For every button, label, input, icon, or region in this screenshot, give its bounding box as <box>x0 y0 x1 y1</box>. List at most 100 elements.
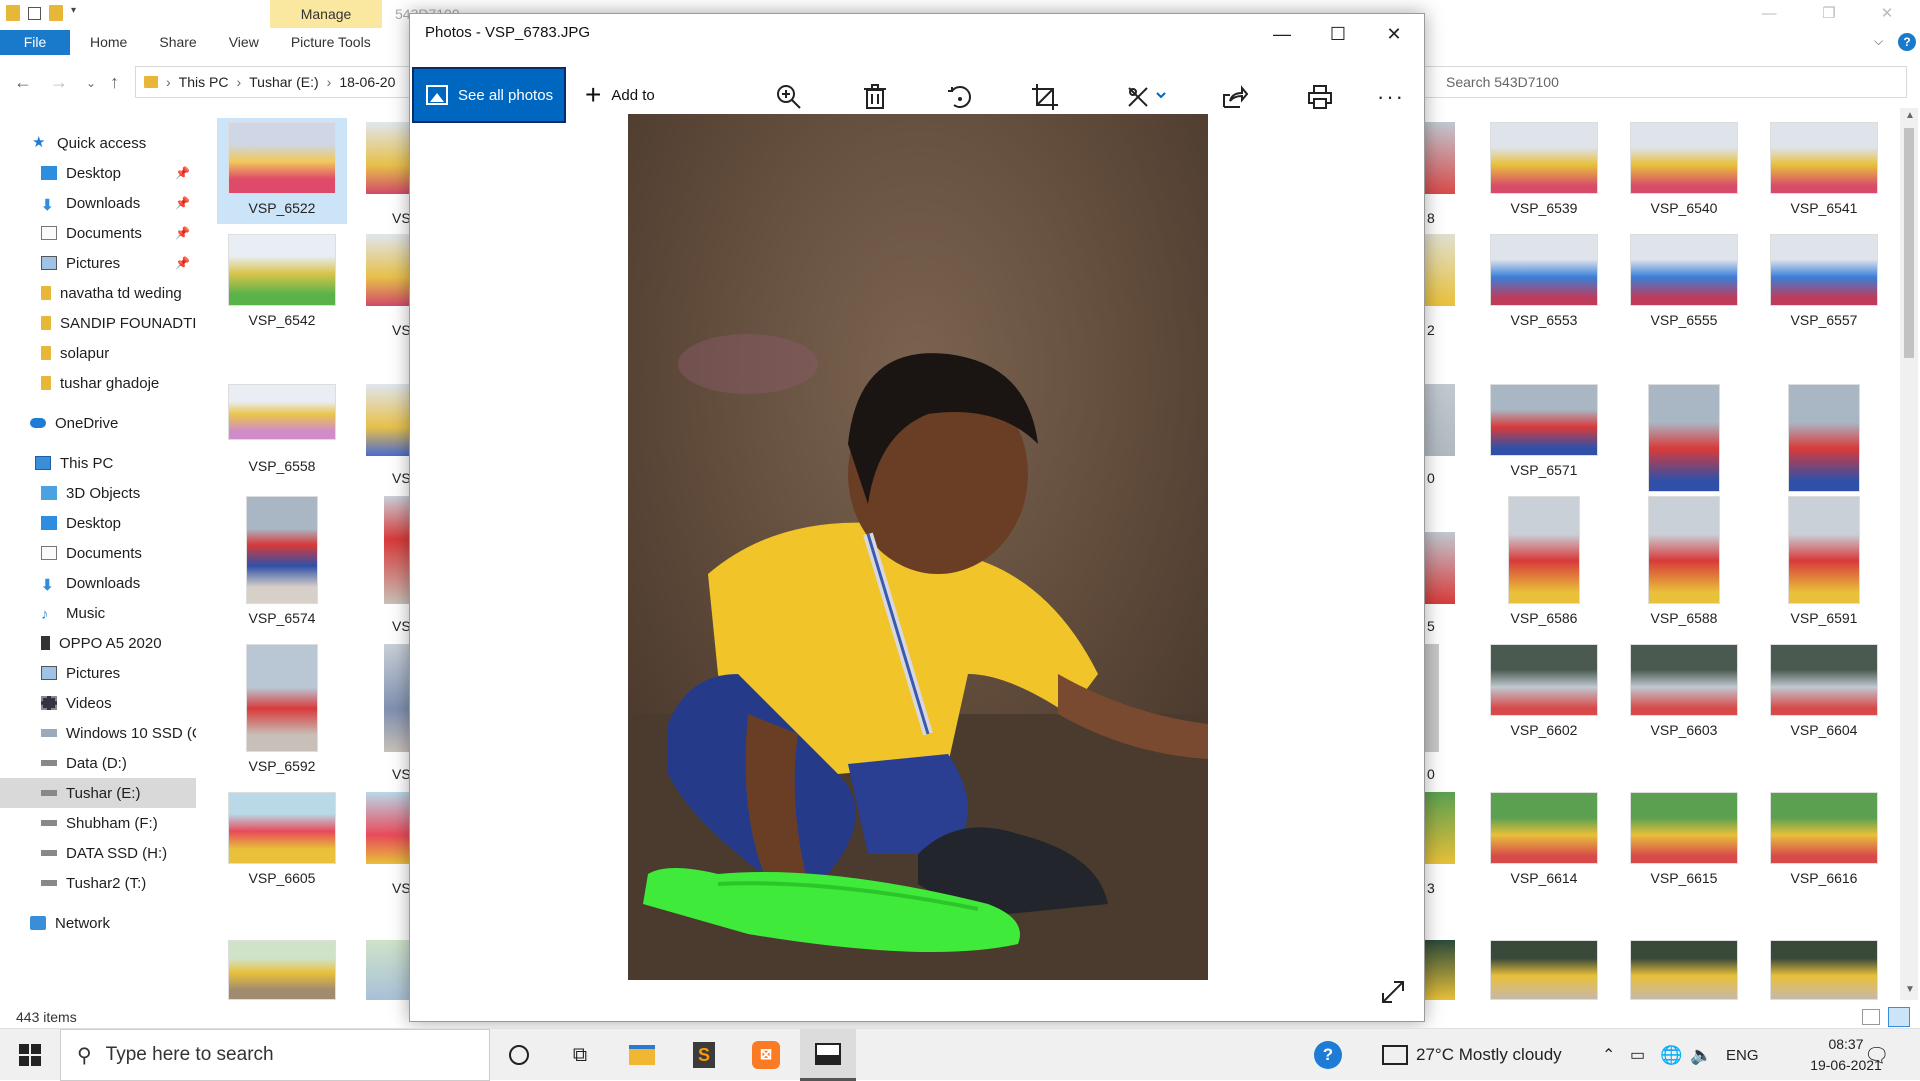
nav-documents[interactable]: Documents <box>0 538 196 568</box>
details-view-icon[interactable] <box>1862 1009 1880 1025</box>
nav-drive-d[interactable]: Data (D:) <box>0 748 196 778</box>
nav-videos[interactable]: Videos <box>0 688 196 718</box>
photo-thumbnail[interactable] <box>384 644 409 752</box>
help-icon[interactable]: ? <box>1898 33 1916 51</box>
photo-thumbnail[interactable] <box>366 384 409 456</box>
nav-documents[interactable]: Documents 📌 <box>0 218 196 248</box>
nav-downloads[interactable]: ⬇ Downloads 📌 <box>0 188 196 218</box>
photo-thumbnail[interactable] <box>366 234 409 306</box>
photo-thumbnail[interactable] <box>1630 940 1738 1000</box>
file-item[interactable]: VSP_6541 <box>1764 122 1884 216</box>
nav-desktop[interactable]: Desktop 📌 <box>0 158 196 188</box>
file-item[interactable]: VSP_6542 <box>222 234 342 328</box>
nav-drive-e[interactable]: Tushar (E:) <box>0 778 196 808</box>
nav-folder[interactable]: tushar ghadoje <box>0 368 196 398</box>
file-item[interactable]: VSP_6616 <box>1764 792 1884 886</box>
sublime-text-icon[interactable]: S <box>676 1029 732 1081</box>
photo-thumbnail[interactable] <box>1425 792 1455 864</box>
taskbar-search-input[interactable]: ⚲ Type here to search <box>60 1029 490 1081</box>
start-button[interactable] <box>0 1029 60 1081</box>
manage-tab[interactable]: Manage <box>270 0 382 28</box>
large-icons-view-icon[interactable] <box>1888 1007 1910 1027</box>
tab-view[interactable]: View <box>213 30 275 55</box>
breadcrumb-folder[interactable]: 18-06-20 <box>339 74 395 90</box>
photo-thumbnail[interactable] <box>366 792 409 864</box>
file-item[interactable]: VSP_6602 <box>1484 644 1604 738</box>
photo-thumbnail[interactable] <box>366 940 409 1000</box>
nav-phone[interactable]: OPPO A5 2020 <box>0 628 196 658</box>
maximize-icon[interactable]: ☐ <box>1310 14 1366 54</box>
file-item[interactable]: VSP_6539 <box>1484 122 1604 216</box>
tab-file[interactable]: File <box>0 30 70 55</box>
show-hidden-icons[interactable]: ⌃ <box>1602 1029 1615 1081</box>
folder-icon[interactable] <box>6 5 20 21</box>
nav-drive-t[interactable]: Tushar2 (T:) <box>0 868 196 898</box>
file-item[interactable]: VSP_6591 <box>1764 496 1884 626</box>
nav-folder[interactable]: navatha td weding <box>0 278 196 308</box>
nav-folder[interactable]: solapur <box>0 338 196 368</box>
language-indicator[interactable]: ENG <box>1726 1029 1759 1081</box>
file-item[interactable]: VSP_6574 <box>222 496 342 626</box>
displayed-photo[interactable] <box>628 114 1208 980</box>
nav-onedrive[interactable]: OneDrive <box>0 408 196 438</box>
weather-widget[interactable]: 27°C Mostly cloudy <box>1382 1029 1562 1081</box>
up-arrow-icon[interactable]: ↑ <box>110 72 119 93</box>
rotate-icon[interactable] <box>945 82 975 112</box>
network-globe-icon[interactable]: 🌐 <box>1660 1029 1682 1081</box>
nav-drive-c[interactable]: Windows 10 SSD (C <box>0 718 196 748</box>
cortana-icon[interactable] <box>491 1029 547 1081</box>
file-item[interactable]: VSP_6522 <box>217 118 347 224</box>
file-item[interactable]: VSP_6604 <box>1764 644 1884 738</box>
close-icon[interactable]: ✕ <box>1858 0 1916 30</box>
minimize-icon[interactable]: — <box>1254 14 1310 54</box>
xampp-icon[interactable]: ⊠ <box>738 1029 794 1081</box>
nav-folder[interactable]: SANDIP FOUNADTI <box>0 308 196 338</box>
nav-quick-access[interactable]: ★ Quick access <box>0 128 196 158</box>
zoom-in-icon[interactable] <box>774 82 804 112</box>
photos-app-icon[interactable] <box>800 1029 856 1081</box>
file-item[interactable]: VSP_6540 <box>1624 122 1744 216</box>
checkbox-icon[interactable] <box>28 6 41 20</box>
file-item[interactable] <box>222 940 342 1000</box>
nav-drive-f[interactable]: Shubham (F:) <box>0 808 196 838</box>
file-item[interactable]: VSP_6592 <box>222 644 342 774</box>
delete-icon[interactable] <box>860 82 890 112</box>
customize-toolbar-icon[interactable]: ▾ <box>71 5 85 21</box>
tab-picture-tools[interactable]: Picture Tools <box>275 30 387 55</box>
nav-drive-h[interactable]: DATA SSD (H:) <box>0 838 196 868</box>
vertical-scrollbar[interactable]: ▲ ▼ <box>1900 108 1918 1000</box>
volume-icon[interactable]: 🔈 <box>1690 1029 1712 1081</box>
help-support-icon[interactable]: ? <box>1314 1029 1342 1081</box>
pin-icon[interactable]: 📌 <box>175 166 190 180</box>
file-item[interactable]: VSP_6555 <box>1624 234 1744 328</box>
file-item[interactable]: VSP_6605 <box>222 792 342 886</box>
photo-thumbnail[interactable] <box>1425 122 1455 194</box>
photo-thumbnail[interactable] <box>1490 940 1598 1000</box>
crop-icon[interactable] <box>1030 82 1060 112</box>
breadcrumb[interactable]: › This PC › Tushar (E:) › 18-06-20 <box>135 66 413 98</box>
tab-share[interactable]: Share <box>143 30 212 55</box>
nav-music[interactable]: ♪ Music <box>0 598 196 628</box>
forward-arrow-icon[interactable]: → <box>50 72 68 93</box>
pin-icon[interactable]: 📌 <box>175 196 190 210</box>
see-all-photos-button[interactable]: See all photos <box>412 67 566 123</box>
breadcrumb-drive[interactable]: Tushar (E:) <box>249 74 319 90</box>
file-item[interactable]: VSP_6603 <box>1624 644 1744 738</box>
explorer-search-input[interactable]: Search 543D7100 <box>1415 66 1907 98</box>
nav-network[interactable]: Network <box>0 908 196 938</box>
nav-3d-objects[interactable]: 3D Objects <box>0 478 196 508</box>
photo-thumbnail[interactable] <box>1425 384 1455 456</box>
nav-desktop[interactable]: Desktop <box>0 508 196 538</box>
back-arrow-icon[interactable]: ← <box>14 72 32 93</box>
edit-create-icon[interactable] <box>1126 82 1172 112</box>
photo-thumbnail[interactable] <box>1425 644 1439 752</box>
recent-locations-icon[interactable]: ⌄ <box>86 76 96 90</box>
photo-thumbnail[interactable] <box>1770 940 1878 1000</box>
file-item[interactable]: VSP_6553 <box>1484 234 1604 328</box>
share-icon[interactable] <box>1220 82 1250 112</box>
fullscreen-icon[interactable] <box>1380 979 1406 1009</box>
more-options-icon[interactable]: ··· <box>1376 82 1406 112</box>
file-item[interactable]: VSP_6571 <box>1484 384 1604 478</box>
nav-downloads[interactable]: ⬇ Downloads <box>0 568 196 598</box>
file-explorer-icon[interactable] <box>614 1029 670 1081</box>
